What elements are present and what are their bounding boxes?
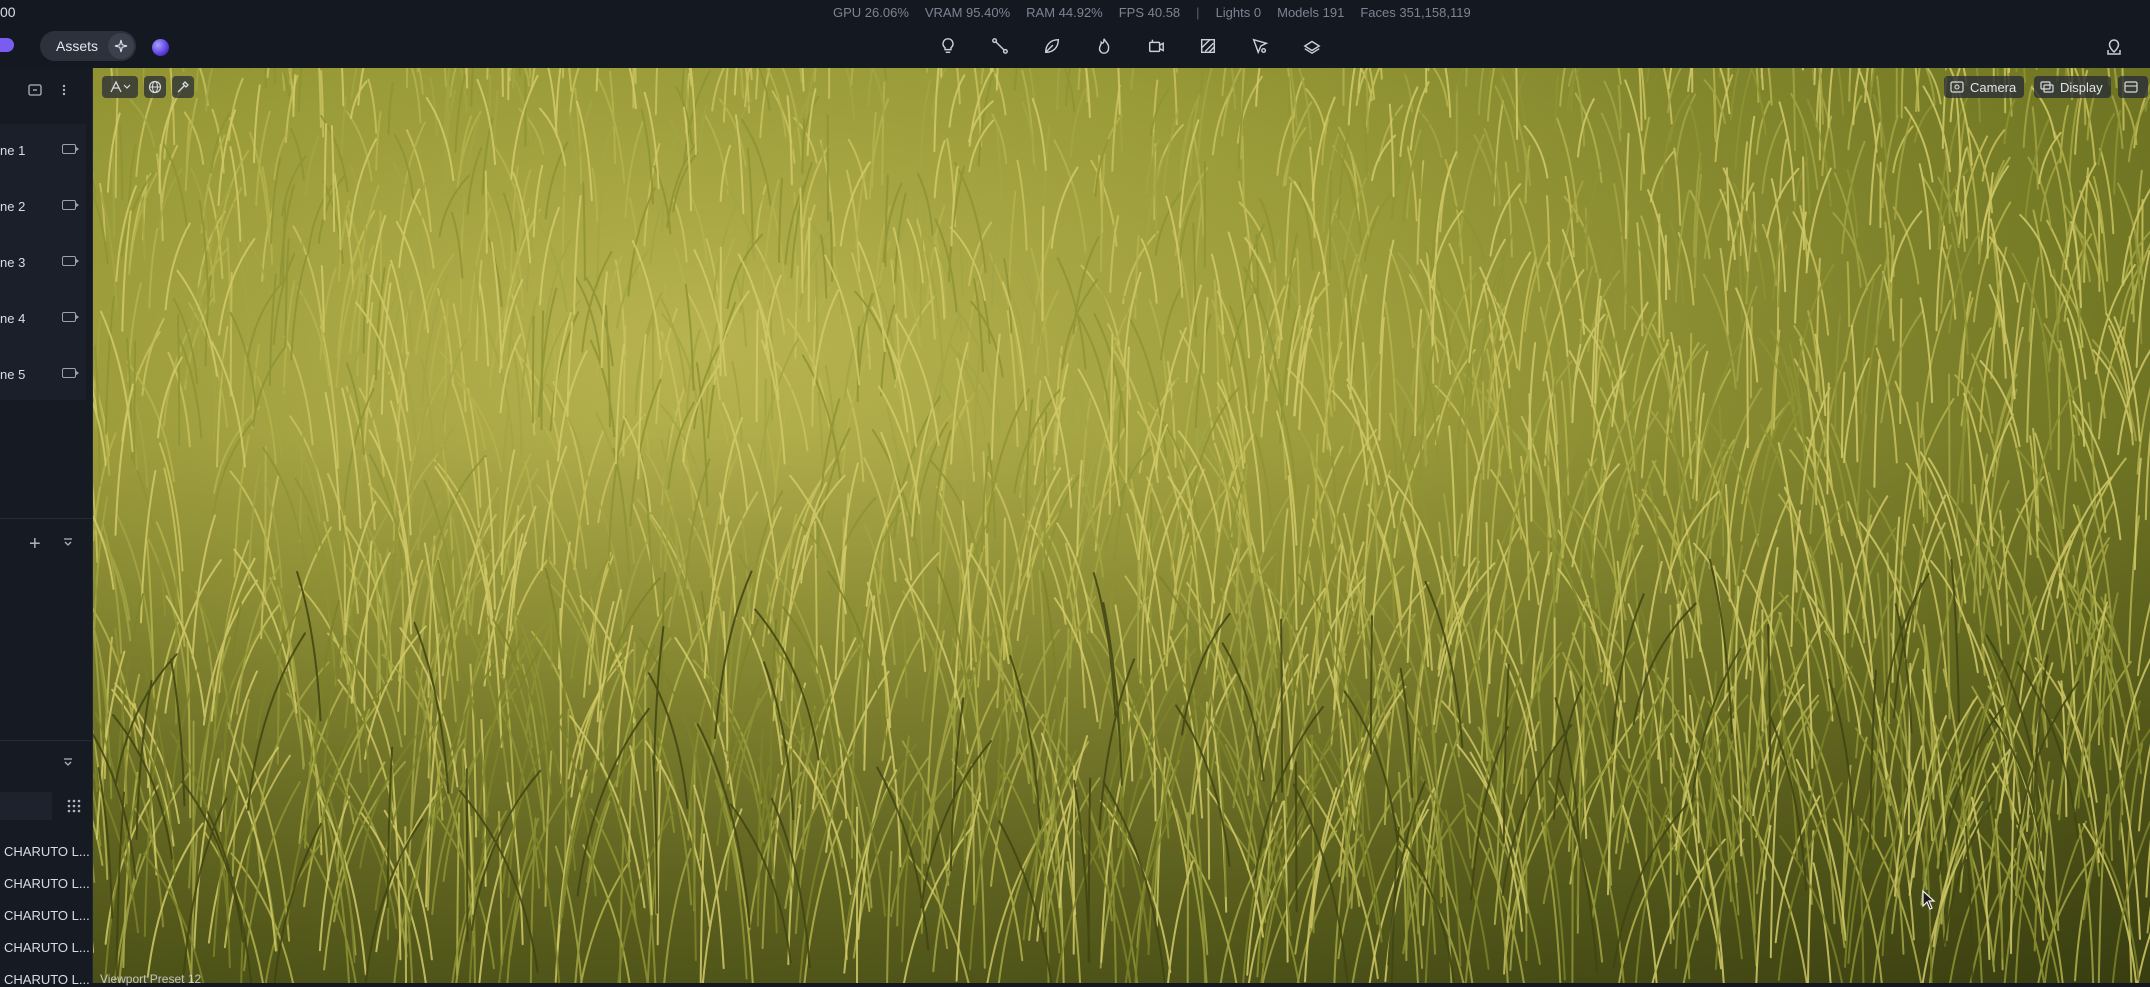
map-pin-icon[interactable]	[2105, 38, 2123, 56]
camera-rig-icon[interactable]	[1146, 36, 1166, 56]
camera-icon[interactable]	[62, 200, 79, 210]
chevron-down-icon[interactable]	[63, 537, 73, 547]
lights-stat: Lights 0	[1215, 5, 1262, 20]
display-label: Display	[2060, 79, 2103, 95]
display-button[interactable]: Display	[2034, 76, 2111, 98]
status-bar: 00 GPU 26.06% VRAM 95.40% RAM 44.92% FPS…	[0, 0, 2150, 24]
scene-label: ne 1	[0, 142, 26, 158]
scene-label: ne 4	[0, 310, 26, 326]
terrain-icon[interactable]	[1302, 36, 1322, 56]
more-options-icon[interactable]	[62, 84, 66, 96]
viewport-tools	[102, 76, 194, 98]
leaf-icon[interactable]	[1042, 36, 1062, 56]
viewport-footer-label: Viewport Preset 12	[100, 972, 202, 986]
scene-item[interactable]: ne 5	[0, 348, 86, 400]
faces-stat: Faces 351,158,119	[1360, 5, 1471, 20]
camera-icon[interactable]	[62, 144, 79, 154]
asset-search-input[interactable]	[0, 792, 52, 820]
light-icon[interactable]	[938, 36, 958, 56]
material-icon[interactable]	[1198, 36, 1218, 56]
assets-button[interactable]: Assets	[40, 38, 102, 54]
scene-item[interactable]: ne 4	[0, 292, 86, 344]
scene-item[interactable]: ne 1	[0, 124, 86, 176]
ai-sparkle-button[interactable]	[108, 33, 134, 59]
transform-icon	[110, 80, 131, 93]
models-stat: Models 191	[1277, 5, 1345, 20]
eyedropper-button[interactable]	[172, 76, 194, 98]
layout-button[interactable]	[2118, 76, 2148, 98]
asset-list-item[interactable]: CHARUTO L...	[4, 972, 90, 987]
app-title-fragment: 00	[0, 4, 16, 20]
asset-list-item[interactable]: CHARUTO L...	[4, 908, 90, 923]
sparkle-icon	[114, 39, 128, 53]
panel-divider	[0, 740, 92, 741]
grass-render	[93, 68, 2150, 983]
scene-item[interactable]: ne 3	[0, 236, 86, 288]
layout-icon	[2124, 81, 2138, 93]
ram-stat: RAM 44.92%	[1026, 5, 1103, 20]
asset-list-item[interactable]: CHARUTO L...	[4, 940, 90, 955]
gpu-stat: GPU 26.06%	[833, 5, 909, 20]
scene-label: ne 5	[0, 366, 26, 382]
grid-view-icon[interactable]	[66, 798, 82, 814]
status-orb-icon[interactable]	[152, 39, 169, 56]
camera-icon[interactable]	[62, 368, 79, 378]
fire-icon[interactable]	[1094, 36, 1114, 56]
camera-label: Camera	[1970, 79, 2017, 95]
panel-divider	[0, 518, 92, 519]
tool-icon-bar	[938, 36, 1322, 56]
asset-list-item[interactable]: CHARUTO L...	[4, 844, 90, 859]
scene-label: ne 2	[0, 198, 26, 214]
paint-icon[interactable]	[1250, 36, 1270, 56]
assets-button-group: Assets	[40, 31, 136, 61]
chevron-down-icon[interactable]	[63, 757, 73, 767]
scene-label: ne 3	[0, 254, 26, 270]
app-logo-icon[interactable]	[0, 38, 14, 52]
camera-button[interactable]: Camera	[1944, 76, 2025, 98]
camera-icon[interactable]	[62, 312, 79, 322]
camera-icon[interactable]	[62, 256, 79, 266]
globe-icon	[148, 80, 162, 94]
scene-list: ne 1 ne 2 ne 3 ne 4 ne 5	[0, 124, 86, 400]
fps-stat: FPS 40.58	[1118, 5, 1181, 20]
scene-item[interactable]: ne 2	[0, 180, 86, 232]
performance-stats: GPU 26.06% VRAM 95.40% RAM 44.92% FPS 40…	[833, 5, 1471, 20]
stats-separator: |	[1196, 5, 1200, 20]
display-icon	[2040, 81, 2054, 93]
eyedropper-icon	[177, 81, 189, 93]
add-scene-icon[interactable]	[28, 84, 42, 96]
camera-frame-icon	[1950, 81, 1964, 93]
transform-tool-button[interactable]	[102, 76, 138, 98]
asset-list-item[interactable]: CHARUTO L...	[4, 876, 90, 891]
mouse-cursor-icon	[1922, 890, 1936, 910]
render-viewport[interactable]	[93, 68, 2150, 983]
globe-button[interactable]	[144, 76, 166, 98]
add-layer-icon[interactable]: +	[29, 533, 41, 556]
path-icon[interactable]	[990, 36, 1010, 56]
vram-stat: VRAM 95.40%	[924, 5, 1011, 20]
scene-panel-header	[28, 84, 66, 96]
